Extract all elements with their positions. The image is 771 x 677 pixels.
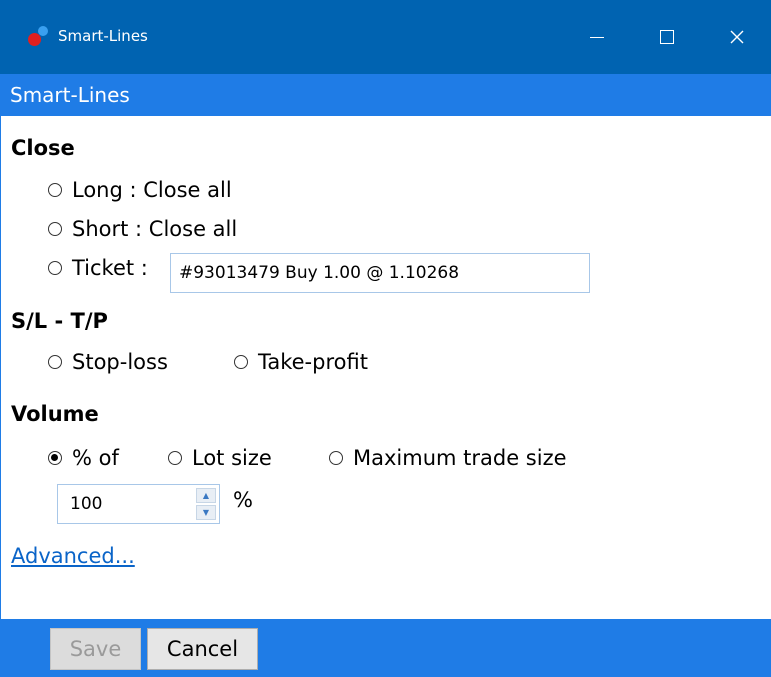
volume-unit: %	[233, 488, 253, 512]
radio-icon	[48, 183, 62, 197]
chevron-up-icon: ▲	[202, 490, 210, 500]
radio-label: % of	[72, 446, 119, 470]
smart-lines-window: Smart-Lines Smart-Lines Close Long : Clo…	[0, 0, 771, 677]
radio-take-profit[interactable]: Take-profit	[234, 350, 368, 374]
chevron-down-icon: ▼	[202, 507, 210, 517]
sltp-section-label: S/L - T/P	[11, 309, 108, 333]
radio-label: Ticket :	[72, 256, 148, 280]
radio-label: Stop-loss	[72, 350, 168, 374]
radio-icon	[48, 355, 62, 369]
spin-up-button[interactable]: ▲	[196, 488, 216, 503]
volume-stepper[interactable]: ▲ ▼	[57, 484, 220, 524]
footer-bar: Save Cancel	[0, 619, 771, 677]
maximize-icon	[660, 30, 674, 44]
radio-ticket[interactable]: Ticket :	[48, 256, 148, 280]
radio-label: Maximum trade size	[353, 446, 567, 470]
radio-stop-loss[interactable]: Stop-loss	[48, 350, 168, 374]
header-band: Smart-Lines	[0, 74, 771, 116]
advanced-link[interactable]: Advanced...	[11, 544, 135, 568]
app-icon	[27, 25, 49, 47]
radio-icon	[234, 355, 248, 369]
volume-input[interactable]	[58, 485, 194, 523]
radio-maximum-trade-size[interactable]: Maximum trade size	[329, 446, 567, 470]
radio-label: Long : Close all	[72, 178, 232, 202]
close-window-button[interactable]	[703, 0, 771, 74]
radio-lot-size[interactable]: Lot size	[168, 446, 272, 470]
page-title: Smart-Lines	[10, 83, 130, 107]
window-title: Smart-Lines	[58, 27, 148, 45]
radio-icon	[48, 261, 62, 275]
radio-short-close-all[interactable]: Short : Close all	[48, 217, 237, 241]
cancel-button[interactable]: Cancel	[147, 628, 258, 670]
minimize-icon	[590, 36, 604, 38]
save-button[interactable]: Save	[50, 628, 141, 670]
minimize-button[interactable]	[563, 0, 631, 74]
radio-percent-of[interactable]: % of	[48, 446, 119, 470]
title-bar[interactable]: Smart-Lines	[0, 0, 771, 74]
close-icon	[730, 30, 744, 44]
radio-icon	[329, 451, 343, 465]
radio-icon	[168, 451, 182, 465]
radio-label: Take-profit	[258, 350, 368, 374]
spin-down-button[interactable]: ▼	[196, 505, 216, 520]
radio-label: Short : Close all	[72, 217, 238, 241]
ticket-input[interactable]	[170, 253, 590, 293]
close-section-label: Close	[11, 136, 75, 160]
radio-long-close-all[interactable]: Long : Close all	[48, 178, 232, 202]
radio-icon	[48, 451, 62, 465]
radio-label: Lot size	[192, 446, 272, 470]
volume-section-label: Volume	[11, 402, 99, 426]
dialog-content: Close Long : Close all Short : Close all…	[0, 116, 771, 619]
maximize-button[interactable]	[633, 0, 701, 74]
radio-icon	[48, 222, 62, 236]
